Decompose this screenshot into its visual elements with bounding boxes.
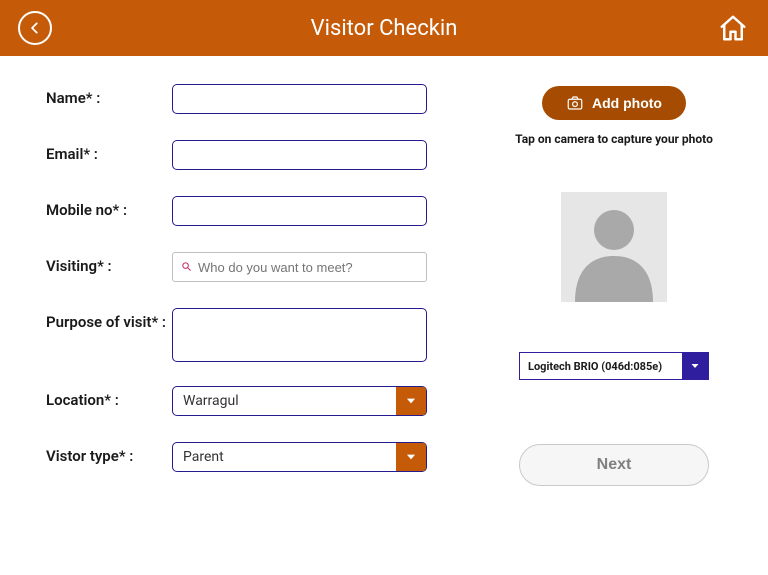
email-input[interactable]: [172, 140, 427, 170]
chevron-down-icon: [682, 353, 708, 379]
name-label: Name* :: [46, 84, 172, 108]
row-email: Email* :: [46, 140, 460, 170]
row-location: Location* : Warragul: [46, 386, 460, 416]
visiting-search[interactable]: [172, 252, 427, 282]
location-value: Warragul: [173, 393, 396, 409]
page-title: Visitor Checkin: [311, 16, 458, 41]
name-input[interactable]: [172, 84, 427, 114]
app-header: Visitor Checkin: [0, 0, 768, 56]
chevron-left-icon: [28, 21, 42, 35]
camera-hint: Tap on camera to capture your photo: [515, 132, 713, 146]
row-mobile: Mobile no* :: [46, 196, 460, 226]
email-label: Email* :: [46, 140, 172, 164]
back-button[interactable]: [18, 11, 52, 45]
body: Name* : Email* : Mobile no* : Visiting* …: [0, 56, 768, 575]
home-icon: [718, 13, 748, 43]
person-icon: [561, 192, 667, 302]
purpose-label: Purpose of visit* :: [46, 308, 172, 332]
visiting-label: Visiting* :: [46, 252, 172, 276]
row-visitor-type: Vistor type* : Parent: [46, 442, 460, 472]
visiting-input[interactable]: [198, 260, 426, 275]
row-visiting: Visiting* :: [46, 252, 460, 282]
mobile-label: Mobile no* :: [46, 196, 172, 220]
chevron-down-icon: [396, 443, 426, 471]
form-panel: Name* : Email* : Mobile no* : Visiting* …: [0, 84, 460, 575]
home-button[interactable]: [716, 11, 750, 45]
photo-panel: Add photo Tap on camera to capture your …: [460, 84, 768, 575]
next-button[interactable]: Next: [519, 444, 709, 486]
visitor-type-value: Parent: [173, 449, 396, 465]
location-label: Location* :: [46, 386, 172, 410]
chevron-down-icon: [396, 387, 426, 415]
location-dropdown[interactable]: Warragul: [172, 386, 427, 416]
camera-icon: [566, 94, 584, 112]
search-icon: [181, 261, 192, 274]
visitor-type-label: Vistor type* :: [46, 442, 172, 466]
avatar-placeholder: [561, 192, 667, 302]
add-photo-button[interactable]: Add photo: [542, 86, 686, 120]
row-purpose: Purpose of visit* :: [46, 308, 460, 362]
mobile-input[interactable]: [172, 196, 427, 226]
camera-device-value: Logitech BRIO (046d:085e): [520, 360, 682, 373]
camera-device-dropdown[interactable]: Logitech BRIO (046d:085e): [519, 352, 709, 380]
app-root: Visitor Checkin Name* : Email* : Mobile …: [0, 0, 768, 575]
add-photo-label: Add photo: [592, 95, 662, 111]
visitor-type-dropdown[interactable]: Parent: [172, 442, 427, 472]
purpose-input[interactable]: [172, 308, 427, 362]
row-name: Name* :: [46, 84, 460, 114]
